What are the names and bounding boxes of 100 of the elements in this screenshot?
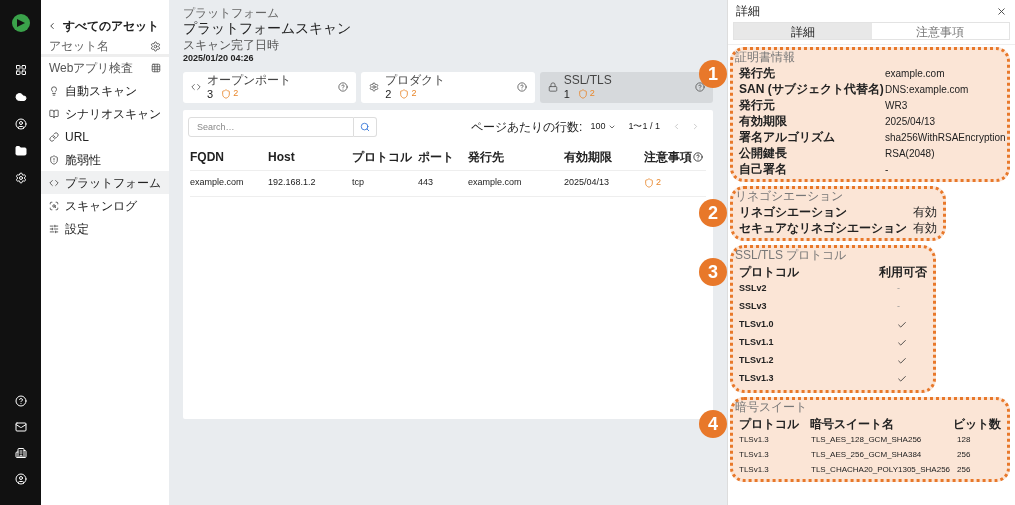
breadcrumb: プラットフォーム [183, 6, 279, 20]
card-label: SSL/TLS [563, 73, 612, 88]
card-count: 2 [385, 87, 392, 101]
field-label: 自己署名 [739, 162, 788, 176]
warning-count: 2 [656, 176, 661, 190]
field-label: リネゴシエーション [739, 205, 848, 219]
mail-icon[interactable] [14, 421, 27, 433]
field-value: 有効 [913, 220, 937, 237]
protocol-name: SSLv2 [739, 282, 768, 296]
page-title: プラットフォームスキャン [183, 20, 351, 37]
table-cell-text: TLS_AES_256_GCM_SHA384 [811, 448, 923, 461]
book-icon [49, 108, 59, 119]
search-icon [360, 121, 370, 132]
table-cell-text: TLS_AES_128_GCM_SHA256 [811, 433, 923, 446]
code-icon [191, 82, 201, 92]
scan-search-icon [49, 200, 59, 211]
section-title: リネゴシエーション [734, 189, 844, 204]
search-field[interactable]: Search… [188, 116, 354, 137]
code-icon [49, 177, 59, 188]
warning-count: 2 [411, 87, 417, 101]
close-icon[interactable] [996, 5, 1007, 17]
table-cell: 443 [418, 176, 434, 190]
column-header: プロトコル [739, 415, 800, 433]
table-cell: example.com [190, 176, 244, 190]
field-label: セキュアなリネゴシエーション [739, 221, 908, 235]
column-header: ビット数 [953, 415, 1001, 433]
column-header: 有効期限 [564, 149, 612, 166]
section-title: 証明書情報 [734, 50, 796, 65]
section-title: 暗号スイート [734, 400, 808, 415]
field-value: RSA(2048) [885, 146, 935, 161]
account-icon[interactable] [14, 473, 27, 485]
protocol-name: TLSv1.3 [739, 372, 775, 386]
card-label: オープンポート [207, 73, 291, 88]
protocol-name: SSLv3 [739, 300, 768, 314]
field-value: example.com [885, 66, 945, 81]
field-label: SAN (サブジェクト代替名) [739, 82, 885, 96]
card-label: プロダクト [385, 73, 446, 88]
building-icon[interactable] [14, 447, 27, 459]
protocol-name: TLSv1.2 [739, 354, 775, 368]
card-count: 1 [563, 87, 570, 101]
grid-icon[interactable] [151, 63, 161, 73]
table-cell: 256 [957, 448, 971, 461]
shield-icon [399, 89, 410, 99]
column-header: 利用可否 [879, 263, 927, 281]
gear-icon [369, 82, 380, 92]
unavailable-mark: - [897, 282, 900, 296]
scan-label: スキャン完了日時 [183, 38, 279, 52]
folder-icon[interactable] [14, 145, 27, 157]
page-range: 1〜1 / 1 [628, 119, 660, 133]
column-header: Host [268, 149, 295, 166]
summary-card[interactable]: プロダクト 2 2 [361, 71, 535, 103]
rows-per-page-select[interactable]: 100 [590, 119, 617, 134]
tab[interactable]: 詳細 [734, 23, 872, 39]
shield-icon [644, 178, 654, 188]
rows-per-page-label: ページあたりの行数: [471, 118, 583, 136]
nav-item[interactable]: プラットフォーム [41, 171, 169, 194]
back-link[interactable]: すべてのアセット [63, 17, 159, 35]
back-icon[interactable] [47, 21, 57, 31]
field-value: sha256WithRSAEncryption [885, 130, 1006, 145]
shield-alert-icon [49, 154, 59, 165]
summary-card[interactable]: オープンポート 3 2 [183, 71, 357, 103]
field-label: 発行先 [739, 66, 776, 80]
apps-icon[interactable] [14, 64, 27, 76]
scan-time: 2025/01/20 04:26 [183, 52, 254, 65]
field-value: 2025/04/13 [885, 114, 936, 129]
field-label: 公開鍵長 [739, 146, 788, 160]
lock-icon [547, 82, 558, 92]
table-cell-text: TLS_CHACHA20_POLY1305_SHA256 [811, 463, 952, 476]
unavailable-mark: - [897, 300, 900, 314]
cloud-icon[interactable] [14, 91, 27, 103]
shield-icon [221, 89, 232, 99]
user-icon[interactable] [14, 118, 27, 130]
field-label: 有効期限 [739, 114, 788, 128]
field-label: 発行元 [739, 98, 776, 112]
asset-name-label: アセット名 [49, 38, 109, 55]
column-header: FQDN [190, 149, 224, 166]
table-cell-text: TLSv1.3 [739, 433, 770, 446]
logo-icon [11, 14, 30, 32]
warning-count: 2 [233, 87, 239, 101]
table-cell: 2025/04/13 [564, 176, 610, 190]
protocol-name: TLSv1.0 [739, 318, 775, 332]
protocol-name: TLSv1.1 [739, 336, 775, 350]
search-button[interactable] [354, 116, 377, 137]
column-header: 発行先 [468, 149, 504, 166]
link-icon [49, 131, 59, 142]
sliders-icon [49, 223, 59, 234]
warning-count: 2 [589, 87, 595, 101]
lightbulb-icon [49, 85, 59, 96]
field-label: 署名アルゴリズム [739, 130, 836, 144]
field-value: DNS:example.com [885, 82, 969, 97]
column-header: 暗号スイート名 [809, 415, 895, 433]
column-header: プロトコル [352, 149, 412, 166]
column-header: 注意事項 [644, 149, 692, 166]
column-header: プロトコル [739, 263, 800, 281]
panel-title: 詳細 [736, 3, 760, 20]
field-value: WR3 [885, 98, 908, 113]
field-value: - [885, 162, 889, 177]
section-title: SSL/TLS プロトコル [734, 248, 848, 263]
table-cell: 128 [957, 433, 971, 446]
table-cell: tcp [352, 176, 364, 190]
